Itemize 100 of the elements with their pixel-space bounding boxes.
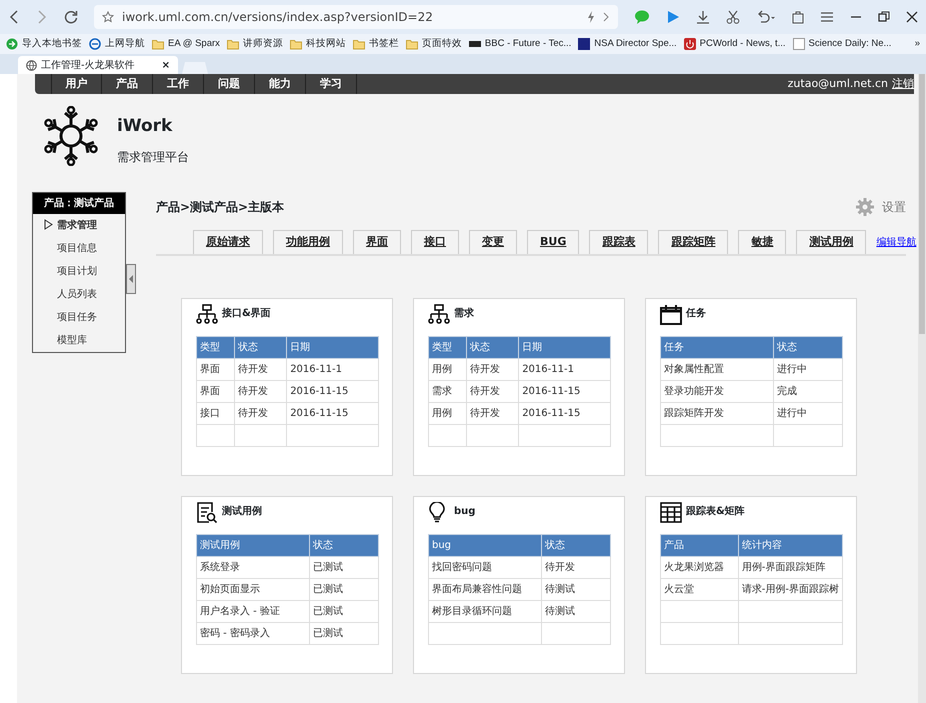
sidebar-item[interactable]: 人员列表 (33, 283, 125, 306)
hierarchy-icon (196, 304, 218, 326)
tab[interactable]: 界面 (353, 230, 401, 254)
table-cell: 树形目录循环问题 (428, 600, 542, 622)
bookmark[interactable]: NSA Director Spe... (578, 36, 677, 52)
folder-icon (226, 38, 239, 50)
restore-icon[interactable] (878, 11, 890, 23)
table-cell: 用例-界面跟踪矩阵 (738, 556, 842, 578)
bookmark[interactable]: 上网导航 (89, 36, 145, 52)
column-header: 状态 (773, 336, 842, 358)
table-cell: 用例 (428, 358, 467, 380)
collapse-handle[interactable] (126, 264, 136, 294)
column-header: 统计内容 (738, 534, 842, 556)
bookmark[interactable]: 讲师资源 (226, 36, 283, 52)
logout-link[interactable]: 注销 (892, 76, 914, 92)
sidebar-item[interactable]: 需求管理 (33, 214, 125, 237)
settings-button[interactable]: 设置 (856, 198, 906, 216)
table-cell: 火龙果浏览器 (660, 556, 738, 578)
nav-link[interactable]: 产品 (102, 74, 153, 94)
table-cell: 待开发 (234, 402, 287, 424)
lightning-icon[interactable] (587, 11, 595, 23)
tab[interactable]: 跟踪矩阵 (658, 230, 728, 254)
tab[interactable]: 功能用例 (273, 230, 343, 254)
calendar-icon (660, 304, 682, 326)
browser-tab[interactable]: 工作管理-火龙果软件 × (18, 56, 178, 74)
scissors-icon[interactable] (726, 10, 740, 24)
close-icon[interactable] (906, 11, 918, 23)
nav-link[interactable]: 能力 (255, 74, 306, 94)
bookmark[interactable]: PCWorld - News, t... (684, 36, 786, 52)
card-title: 测试用例 (222, 504, 262, 518)
table-cell: 待开发 (466, 380, 519, 402)
bookmark[interactable]: EA @ Sparx (152, 36, 220, 52)
column-header: 日期 (286, 336, 378, 358)
tab[interactable]: 变更 (469, 230, 517, 254)
sidebar-item[interactable]: 项目任务 (33, 306, 125, 329)
table-cell: 2016-11-1 (518, 358, 610, 380)
bookmark[interactable]: BBC - Future - Tec... (468, 36, 572, 52)
table-cell: 用例 (428, 402, 467, 424)
download-icon[interactable] (696, 10, 710, 24)
bookmark[interactable]: 页面特效 (406, 36, 462, 52)
table-cell: 2016-11-15 (518, 380, 610, 402)
table-cell: 待开发 (541, 556, 610, 578)
bag-icon[interactable] (792, 10, 804, 24)
nav-link[interactable]: 学习 (306, 74, 357, 94)
bookmark[interactable]: Science Daily: Ne... (792, 36, 892, 52)
tab[interactable]: BUG (527, 230, 580, 254)
table-cell: 2016-11-1 (286, 358, 378, 380)
nav-link[interactable]: 问题 (204, 74, 255, 94)
table-cell: 系统登录 (196, 556, 310, 578)
sidebar-item[interactable]: 项目信息 (33, 237, 125, 260)
tab[interactable]: 测试用例 (796, 230, 866, 254)
bookmark[interactable]: 科技网站 (290, 36, 346, 52)
user-email: zutao@uml.net.cn (788, 76, 888, 92)
table-cell: 待开发 (234, 358, 287, 380)
table-cell: 界面 (196, 358, 235, 380)
table-cell: 火云堂 (660, 578, 738, 600)
table-cell: 界面 (196, 380, 235, 402)
table-cell: 进行中 (773, 358, 842, 380)
column-header: 产品 (660, 534, 738, 556)
url-text: iwork.uml.com.cn/versions/index.asp?versionID=22 (122, 9, 434, 26)
table-cell: 需求 (428, 380, 467, 402)
table-cell: 待开发 (466, 402, 519, 424)
tab-close-button[interactable]: × (162, 58, 170, 72)
table-cell: 已测试 (309, 578, 378, 600)
sidebar-item[interactable]: 模型库 (33, 329, 125, 352)
star-icon[interactable] (102, 11, 114, 23)
sidebar-item[interactable]: 项目计划 (33, 260, 125, 283)
chevron-icon[interactable] (603, 11, 610, 23)
site-subtitle: 需求管理平台 (117, 148, 189, 166)
table-cell: 2016-11-15 (518, 402, 610, 424)
play-icon[interactable] (666, 10, 680, 24)
bookmark[interactable]: 导入本地书签 (6, 36, 82, 52)
edit-nav-link[interactable]: 编辑导航 (876, 234, 916, 250)
back-icon[interactable] (8, 10, 20, 24)
column-header: 类型 (196, 336, 235, 358)
bookmark[interactable]: 书签栏 (352, 36, 399, 52)
column-header: 测试用例 (196, 534, 310, 556)
nav-link[interactable]: 工作 (153, 74, 204, 94)
table-cell: 界面布局兼容性问题 (428, 578, 542, 600)
tab[interactable]: 原始请求 (193, 230, 263, 254)
menu-icon[interactable] (820, 11, 834, 23)
reload-icon[interactable] (64, 10, 78, 24)
power-icon (684, 38, 696, 50)
table-cell: 初始页面显示 (196, 578, 310, 600)
folder-icon (290, 38, 302, 50)
undo-icon[interactable] (756, 10, 776, 24)
nav-link[interactable]: 用户 (51, 74, 102, 94)
card-title: 任务 (686, 306, 706, 320)
tab[interactable]: 跟踪表 (589, 230, 648, 254)
table-cell: 跟踪矩阵开发 (660, 402, 774, 424)
address-bar[interactable]: iwork.uml.com.cn/versions/index.asp?versionID=22 (94, 5, 618, 29)
column-header: 状态 (541, 534, 610, 556)
column-header: bug (428, 534, 542, 556)
card-title: bug (454, 504, 476, 518)
tab[interactable]: 敏捷 (738, 230, 786, 254)
tab[interactable]: 接口 (411, 230, 459, 254)
column-header: 状态 (234, 336, 287, 358)
table-cell: 进行中 (773, 402, 842, 424)
table-cell: 已测试 (309, 556, 378, 578)
more-bookmarks-button[interactable]: » (910, 36, 920, 52)
